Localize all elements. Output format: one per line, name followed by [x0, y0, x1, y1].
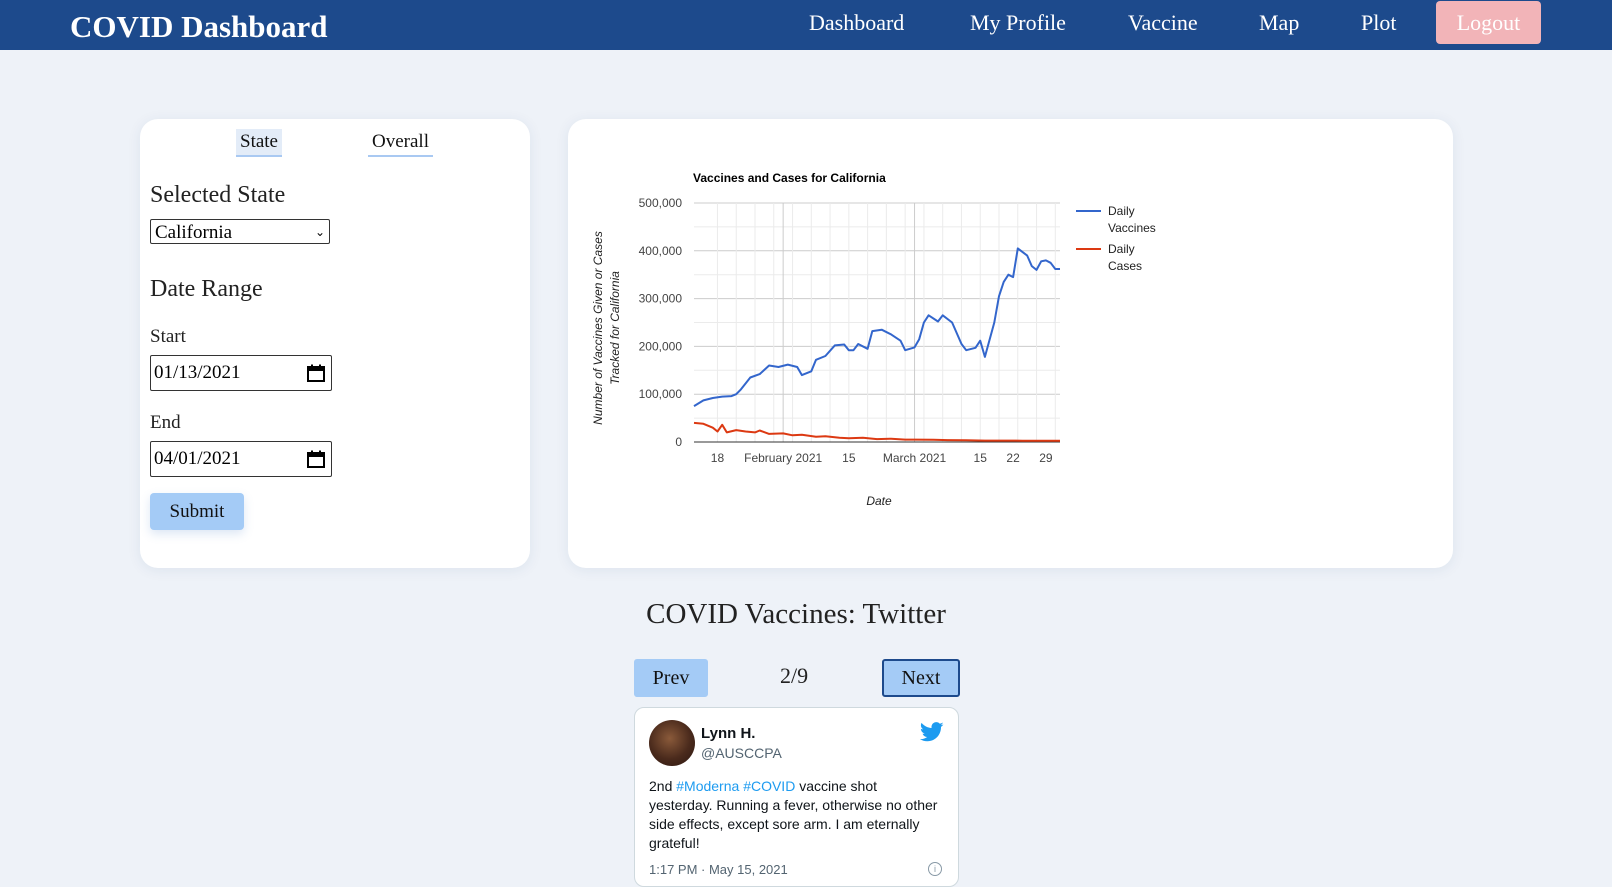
legend-label: Daily — [1108, 242, 1135, 256]
chevron-down-icon: ⌄ — [314, 225, 325, 239]
y-axis-label-line-1: Number of Vaccines Given or Cases — [591, 231, 605, 425]
x-tick-label: 29 — [1039, 451, 1053, 465]
x-tick-label: 18 — [711, 451, 725, 465]
tweet-author-handle[interactable]: @AUSCCPA — [701, 745, 782, 761]
tweet-text-prefix: 2nd — [649, 778, 677, 794]
tab-overall[interactable]: Overall — [368, 129, 433, 157]
state-select[interactable]: California ⌄ — [150, 219, 330, 244]
chart-series — [693, 247, 1060, 442]
x-tick-label: 15 — [974, 451, 988, 465]
y-axis-label-line-2: Tracked for California — [608, 271, 622, 385]
legend-label: Daily — [1108, 204, 1135, 218]
tweet-text: 2nd #Moderna #COVID vaccine shot yesterd… — [649, 777, 939, 853]
info-icon[interactable]: i — [928, 862, 942, 876]
legend-label: Cases — [1108, 259, 1142, 273]
nav-link-plot[interactable]: Plot — [1361, 8, 1396, 38]
date-range-label: Date Range — [150, 276, 263, 302]
chart-grid — [694, 202, 1060, 443]
x-axis-label: Date — [866, 494, 892, 508]
chart-card: Vaccines and Cases for California 500,00… — [568, 119, 1453, 568]
start-label: Start — [150, 326, 186, 347]
next-button[interactable]: Next — [882, 659, 960, 697]
logout-button[interactable]: Logout — [1436, 1, 1541, 44]
hashtag-covid[interactable]: #COVID — [743, 778, 795, 794]
y-tick-label: 200,000 — [639, 339, 683, 353]
tab-state[interactable]: State — [236, 129, 282, 157]
avatar[interactable] — [649, 720, 695, 766]
y-tick-label: 300,000 — [639, 292, 683, 306]
prev-button[interactable]: Prev — [634, 659, 708, 697]
y-tick-label: 400,000 — [639, 244, 683, 258]
brand-title[interactable]: COVID Dashboard — [70, 8, 328, 46]
end-date-value: 04/01/2021 — [154, 448, 241, 469]
end-date-input[interactable]: 04/01/2021 — [150, 441, 332, 477]
y-tick-label: 100,000 — [639, 387, 683, 401]
series-line-daily-vaccines — [693, 247, 1060, 407]
hashtag-moderna[interactable]: #Moderna — [676, 778, 739, 794]
x-tick-label: March 2021 — [883, 451, 947, 465]
nav-link-vaccine[interactable]: Vaccine — [1128, 8, 1198, 38]
nav-link-map[interactable]: Map — [1259, 8, 1299, 38]
end-label: End — [150, 412, 181, 433]
y-tick-label: 500,000 — [639, 196, 683, 210]
start-date-value: 01/13/2021 — [154, 362, 241, 383]
state-select-value: California — [155, 222, 233, 243]
x-axis-ticks: 18 February 2021 15 March 2021 15 22 29 — [711, 451, 1053, 465]
twitter-bird-icon[interactable] — [920, 722, 944, 742]
nav-link-dashboard[interactable]: Dashboard — [809, 8, 904, 38]
twitter-section-title: COVID Vaccines: Twitter — [646, 598, 946, 630]
tweet-card[interactable]: Lynn H. @AUSCCPA 2nd #Moderna #COVID vac… — [634, 707, 959, 887]
nav-link-my-profile[interactable]: My Profile — [970, 8, 1066, 38]
calendar-icon[interactable] — [307, 450, 325, 468]
x-tick-label: 22 — [1006, 451, 1020, 465]
x-tick-label: 15 — [842, 451, 856, 465]
navbar: COVID Dashboard Dashboard My Profile Vac… — [0, 0, 1612, 50]
y-tick-label: 0 — [675, 435, 682, 449]
submit-button[interactable]: Submit — [150, 493, 244, 530]
series-line-daily-cases — [693, 421, 1060, 442]
x-tick-label: February 2021 — [744, 451, 822, 465]
tweet-timestamp[interactable]: 1:17 PM · May 15, 2021 — [649, 862, 788, 877]
calendar-icon[interactable] — [307, 364, 325, 382]
tweet-author-name[interactable]: Lynn H. — [701, 725, 755, 742]
page-indicator: 2/9 — [780, 663, 809, 688]
vaccines-cases-chart: Vaccines and Cases for California 500,00… — [591, 171, 1156, 508]
filter-card: State Overall Selected State California … — [140, 119, 530, 568]
chart-title: Vaccines and Cases for California — [693, 171, 886, 185]
y-axis-ticks: 500,000 400,000 300,000 200,000 100,000 0 — [639, 196, 683, 449]
chart-legend: Daily Vaccines Daily Cases — [1076, 204, 1156, 273]
start-date-input[interactable]: 01/13/2021 — [150, 355, 332, 391]
legend-label: Vaccines — [1108, 221, 1156, 235]
selected-state-label: Selected State — [150, 182, 286, 208]
